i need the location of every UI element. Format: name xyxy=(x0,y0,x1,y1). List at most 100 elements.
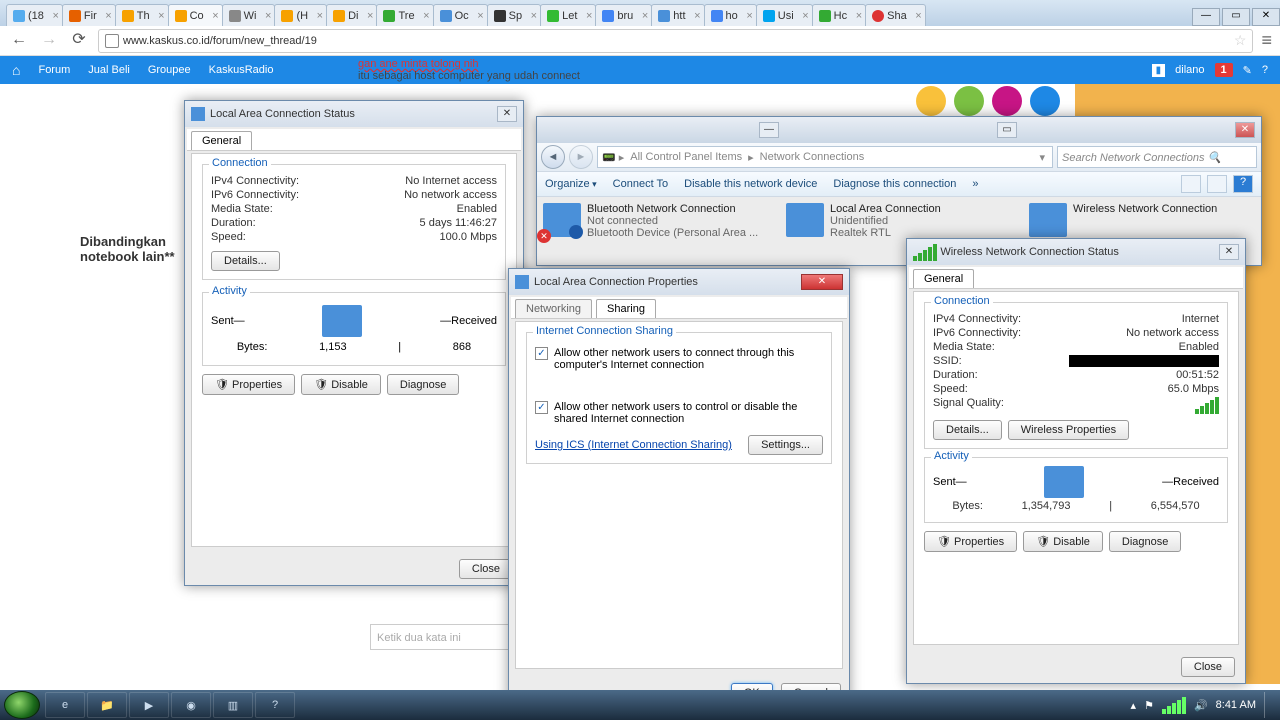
browser-tab[interactable]: ho× xyxy=(704,4,757,26)
browser-tab[interactable]: (18× xyxy=(6,4,63,26)
nav-groupee[interactable]: Groupee xyxy=(148,64,191,76)
tab-general[interactable]: General xyxy=(191,131,252,150)
username[interactable]: dilano xyxy=(1175,64,1204,76)
nav-forum[interactable]: Forum xyxy=(38,64,70,76)
taskbar-chrome-icon[interactable]: ◉ xyxy=(171,692,211,718)
signal-icon[interactable] xyxy=(1162,697,1186,714)
browser-tab[interactable]: Di× xyxy=(326,4,377,26)
reload-button[interactable]: ⟳ xyxy=(68,30,90,52)
close-icon[interactable]: ✕ xyxy=(801,274,843,290)
browser-tab[interactable]: Fir× xyxy=(62,4,116,26)
back-button[interactable]: ← xyxy=(8,30,30,52)
forward-button[interactable]: → xyxy=(38,30,60,52)
wireless-properties-button[interactable]: Wireless Properties xyxy=(1008,420,1129,440)
browser-tab[interactable]: Hc× xyxy=(812,4,866,26)
start-button[interactable] xyxy=(4,691,40,719)
network-icon xyxy=(191,107,205,121)
tray-flag-icon[interactable]: ⚑ xyxy=(1144,699,1154,712)
browser-tab[interactable]: Oc× xyxy=(433,4,488,26)
help-icon[interactable]: ? xyxy=(1233,175,1253,193)
window-minimize[interactable]: — xyxy=(1192,8,1220,26)
window-close[interactable]: ✕ xyxy=(1252,8,1280,26)
tab-general[interactable]: General xyxy=(913,269,974,288)
dialog-title: Local Area Connection Properties xyxy=(534,276,698,288)
connection-item[interactable]: Bluetooth Network ConnectionNot connecte… xyxy=(543,203,768,239)
disable-device-button[interactable]: Disable this network device xyxy=(684,178,817,190)
chrome-menu-icon[interactable]: ≡ xyxy=(1261,30,1272,51)
connection-item[interactable]: Wireless Network Connection xyxy=(1029,203,1254,239)
dialog-title: Wireless Network Connection Status xyxy=(940,246,1119,258)
show-desktop[interactable] xyxy=(1264,692,1272,718)
settings-button[interactable]: Settings... xyxy=(748,435,823,455)
browser-tab[interactable]: htt× xyxy=(651,4,704,26)
post-text: gan ane minta tolong nih xyxy=(358,58,478,70)
browser-tab[interactable]: Th× xyxy=(115,4,169,26)
address-bar[interactable]: www.kaskus.co.id/forum/new_thread/19☆ xyxy=(98,29,1253,53)
browser-tab-active[interactable]: Co× xyxy=(168,4,223,26)
activity-icon xyxy=(322,305,362,337)
notif-badge[interactable]: 1 xyxy=(1215,63,1233,77)
browser-tab[interactable]: (H× xyxy=(274,4,327,26)
system-clock[interactable]: 8:41 AM xyxy=(1216,699,1256,711)
browser-tab[interactable]: bru× xyxy=(595,4,652,26)
nav-radio[interactable]: KaskusRadio xyxy=(209,64,274,76)
close-icon[interactable]: ✕ xyxy=(1219,244,1239,260)
nav-jualbeli[interactable]: Jual Beli xyxy=(88,64,130,76)
checkbox[interactable]: ✓ xyxy=(535,347,548,360)
details-button[interactable]: Details... xyxy=(933,420,1002,440)
close-button[interactable]: Close xyxy=(1181,657,1235,677)
disable-button[interactable]: 🛡 Disable xyxy=(1023,531,1103,552)
diagnose-button[interactable]: Diagnose this connection xyxy=(833,178,956,190)
connect-to-button[interactable]: Connect To xyxy=(613,178,668,190)
taskbar-wmp-icon[interactable]: ▶ xyxy=(129,692,169,718)
view-icon[interactable] xyxy=(1207,175,1227,193)
network-icon xyxy=(515,275,529,289)
checkbox[interactable]: ✓ xyxy=(535,401,548,414)
globe-icon xyxy=(105,34,119,48)
browser-tab[interactable]: Tre× xyxy=(376,4,433,26)
dialog-title: Local Area Connection Status xyxy=(210,108,355,120)
search-input[interactable]: Search Network Connections 🔍 xyxy=(1057,146,1257,168)
organize-menu[interactable]: Organize xyxy=(545,178,597,190)
details-button[interactable]: Details... xyxy=(211,251,280,271)
tray-volume-icon[interactable]: 🔊 xyxy=(1194,699,1208,712)
browser-tab[interactable]: Sp× xyxy=(487,4,541,26)
help-icon[interactable]: ? xyxy=(1262,64,1268,76)
diagnose-button[interactable]: Diagnose xyxy=(1109,531,1181,552)
connection-item[interactable]: Local Area ConnectionUnidentifiedRealtek… xyxy=(786,203,1011,239)
network-icon xyxy=(543,203,581,237)
tab-networking[interactable]: Networking xyxy=(515,299,592,318)
browser-tab[interactable]: Sha× xyxy=(865,4,926,26)
back-button[interactable]: ◄ xyxy=(541,145,565,169)
ics-link[interactable]: Using ICS (Internet Connection Sharing) xyxy=(535,439,732,451)
properties-button[interactable]: 🛡 Properties xyxy=(924,531,1017,552)
edit-icon[interactable]: ✎ xyxy=(1243,64,1252,77)
forward-button[interactable]: ► xyxy=(569,145,593,169)
diagnose-button[interactable]: Diagnose xyxy=(387,374,459,395)
browser-tab[interactable]: Let× xyxy=(540,4,596,26)
disable-button[interactable]: 🛡 Disable xyxy=(301,374,381,395)
window-maximize[interactable]: ▭ xyxy=(1222,8,1250,26)
taskbar-app-icon[interactable]: ▥ xyxy=(213,692,253,718)
emoji-row xyxy=(916,86,1060,116)
tray-up-icon[interactable]: ▴ xyxy=(1131,699,1137,712)
close-icon[interactable]: ✕ xyxy=(497,106,517,122)
view-icon[interactable] xyxy=(1181,175,1201,193)
close-button[interactable]: Close xyxy=(459,559,513,579)
taskbar-help-icon[interactable]: ? xyxy=(255,692,295,718)
taskbar-explorer-icon[interactable]: 📁 xyxy=(87,692,127,718)
group-label: Activity xyxy=(931,450,972,462)
bookmark-star-icon[interactable]: ☆ xyxy=(1234,32,1247,49)
taskbar-ie-icon[interactable]: e xyxy=(45,692,85,718)
more-icon[interactable]: » xyxy=(972,178,978,190)
properties-button[interactable]: 🛡 Properties xyxy=(202,374,295,395)
browser-tab[interactable]: Wi× xyxy=(222,4,276,26)
home-icon[interactable]: ⌂ xyxy=(12,62,20,78)
breadcrumb[interactable]: 📟 ▸All Control Panel Items▸Network Conne… xyxy=(597,146,1053,168)
window-minimize[interactable]: — xyxy=(759,122,779,138)
browser-tab[interactable]: Usi× xyxy=(756,4,813,26)
window-close[interactable]: ✕ xyxy=(1235,122,1255,138)
network-icon xyxy=(1029,203,1067,237)
tab-sharing[interactable]: Sharing xyxy=(596,299,656,318)
window-maximize[interactable]: ▭ xyxy=(997,122,1017,138)
